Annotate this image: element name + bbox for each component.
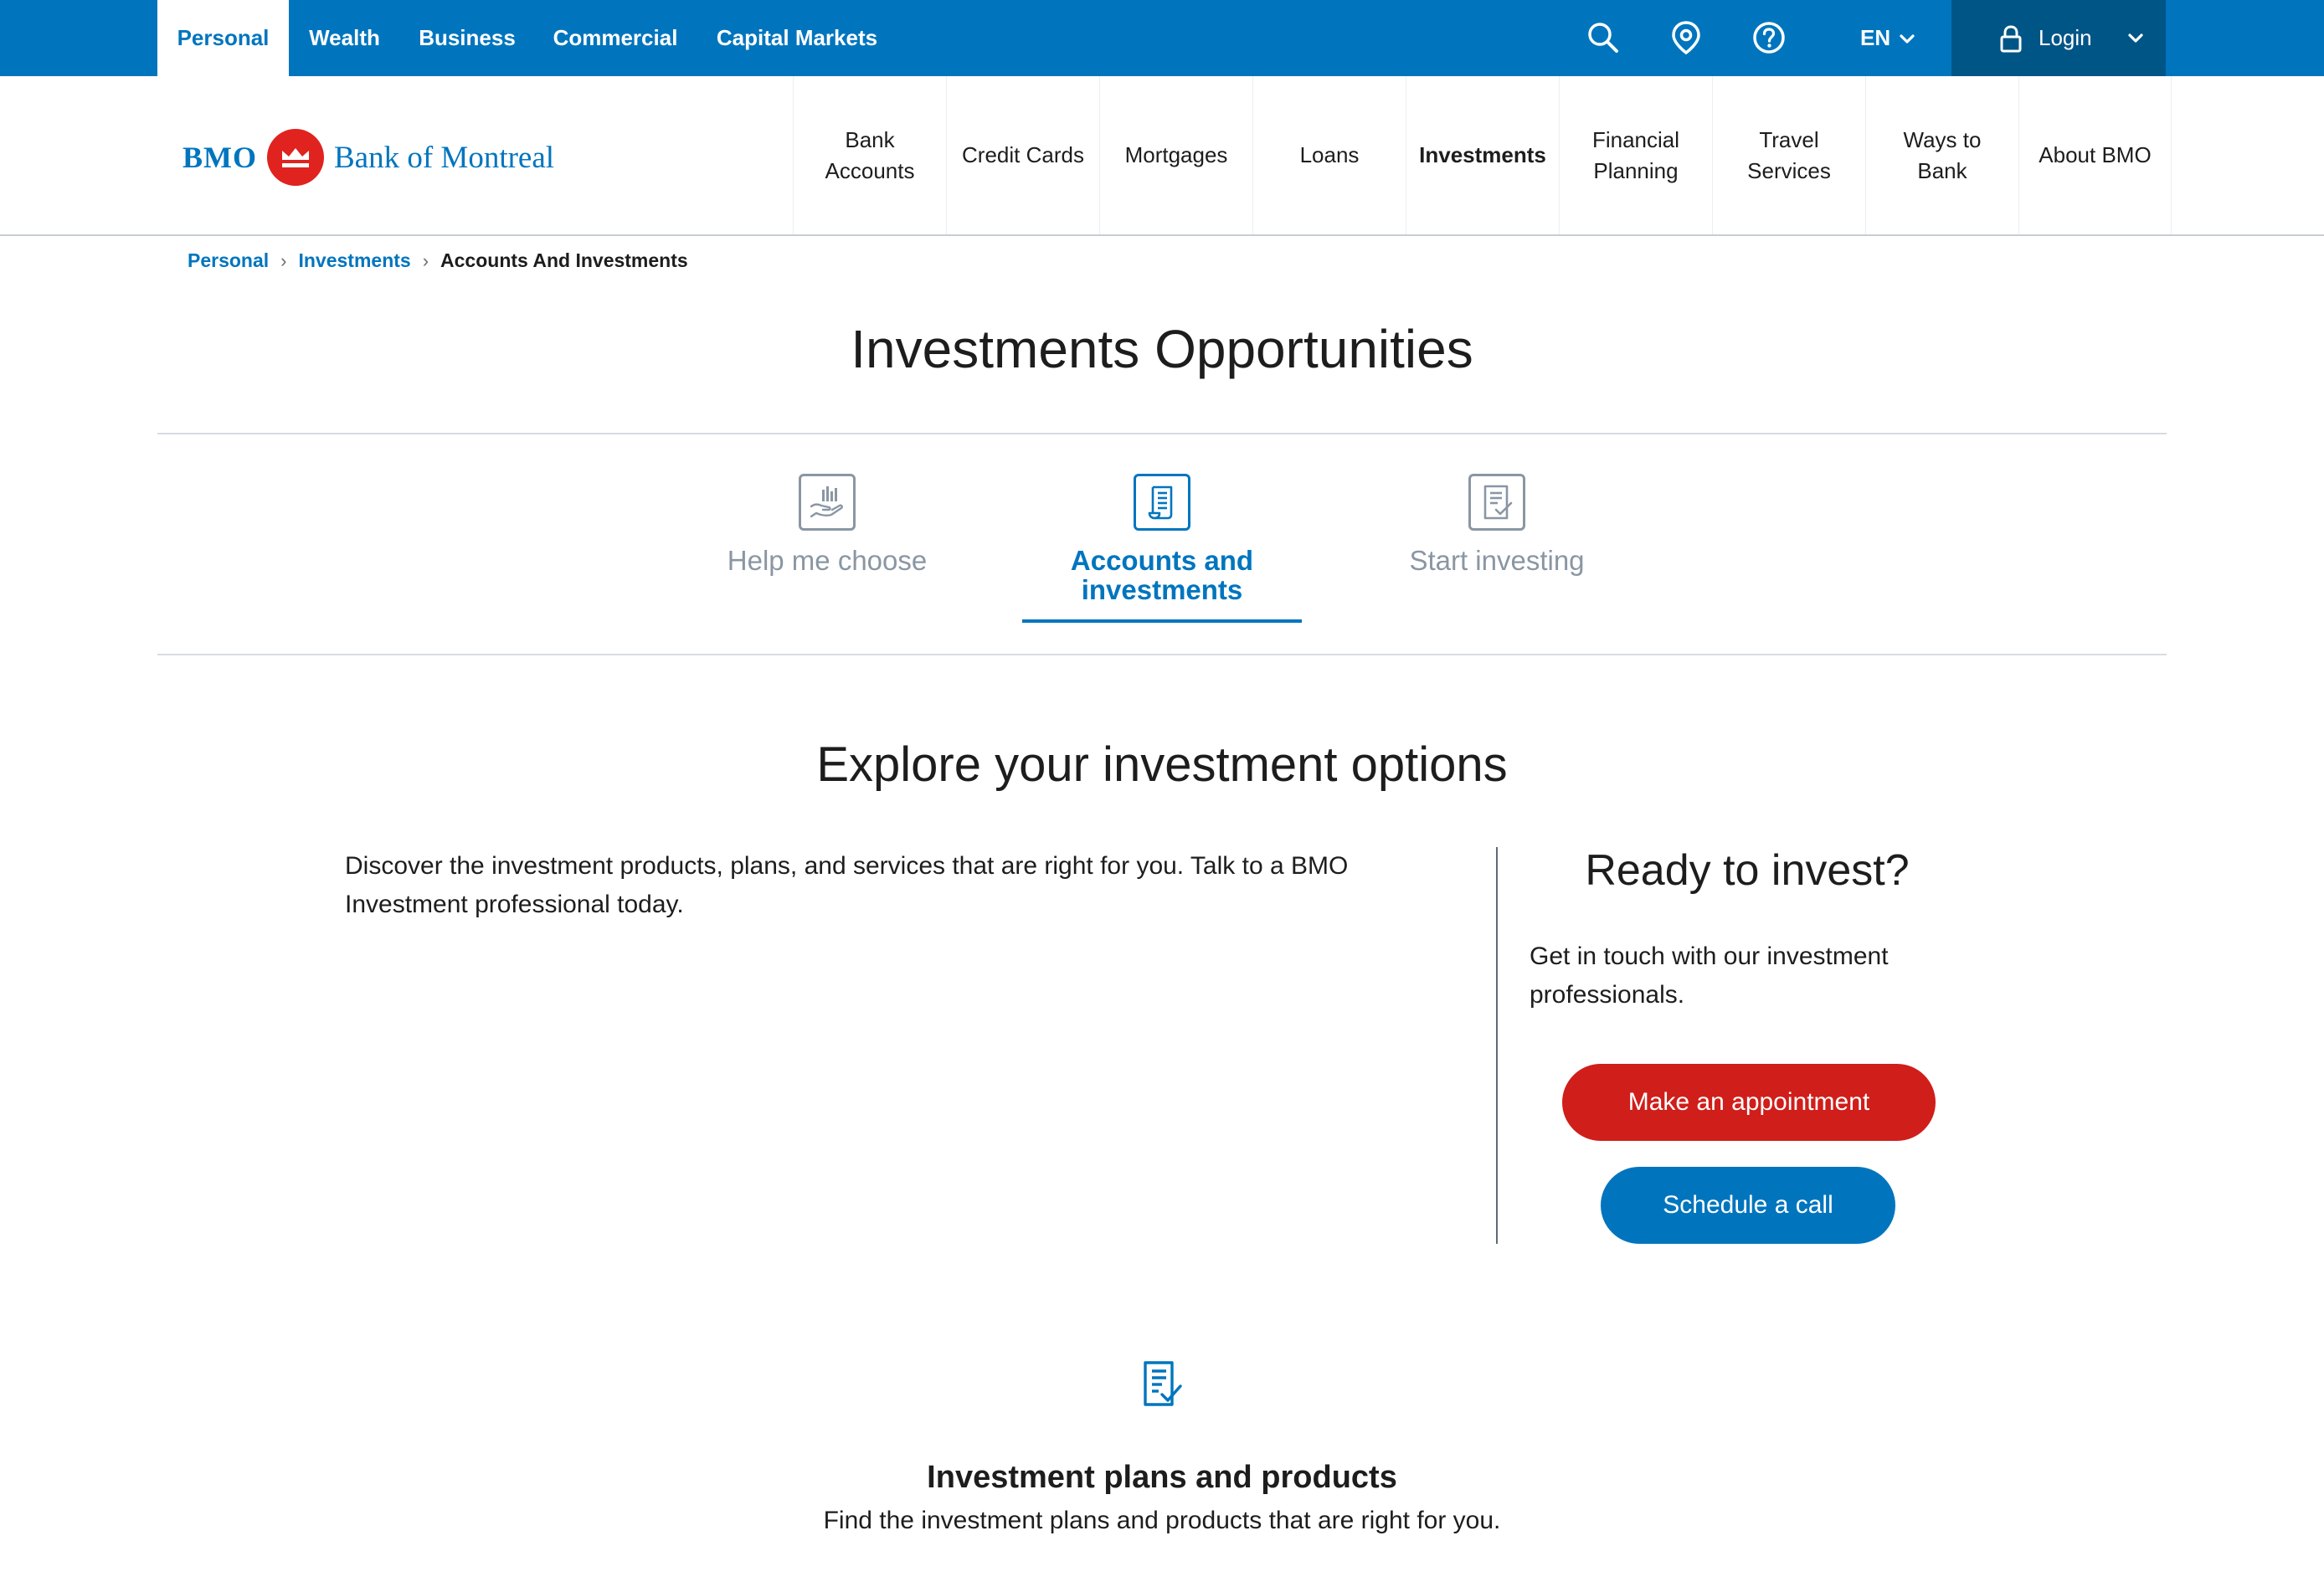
chevron-down-icon bbox=[1899, 25, 1915, 51]
segment-wealth[interactable]: Wealth bbox=[289, 0, 400, 76]
tab-accounts-and-investments[interactable]: Accounts and investments bbox=[1022, 474, 1302, 623]
tab-help-me-choose[interactable]: Help me choose bbox=[687, 474, 967, 575]
tab-label: Help me choose bbox=[727, 545, 928, 576]
nav-item-label-line: Bank bbox=[1917, 157, 1967, 183]
schedule-call-button[interactable]: Schedule a call bbox=[1601, 1167, 1895, 1244]
nav-item-label: Loans bbox=[1300, 140, 1360, 171]
nav-item-label-line: Services bbox=[1747, 157, 1831, 183]
bmo-logo[interactable]: BMO Bank of Montreal bbox=[183, 128, 554, 187]
active-tab-indicator bbox=[1022, 619, 1302, 623]
make-appointment-button[interactable]: Make an appointment bbox=[1562, 1064, 1936, 1141]
breadcrumb: Personal › Investments › Accounts And In… bbox=[188, 249, 688, 272]
nav-item-label-line: Loans bbox=[1299, 142, 1360, 167]
login-button[interactable]: Login bbox=[1951, 0, 2166, 76]
nav-item-label: Bank Accounts bbox=[825, 125, 915, 187]
segment-personal[interactable]: Personal bbox=[157, 0, 289, 76]
nav-item-label: Ways to Bank bbox=[1904, 125, 1982, 187]
plans-subtitle: Find the investment plans and products t… bbox=[823, 1507, 1501, 1534]
tab-start-investing[interactable]: Start investing bbox=[1357, 474, 1637, 575]
nav-item-ways-to-bank[interactable]: Ways to Bank bbox=[1865, 76, 2018, 234]
chevron-right-icon: › bbox=[422, 249, 429, 271]
logo-short-text: BMO bbox=[183, 141, 257, 174]
language-selector[interactable]: EN bbox=[1860, 0, 1936, 76]
divider bbox=[157, 654, 2167, 655]
chevron-right-icon: › bbox=[280, 249, 287, 271]
nav-item-investments[interactable]: Investments bbox=[1406, 76, 1559, 234]
nav-item-label: Investments bbox=[1419, 140, 1546, 171]
nav-item-travel-services[interactable]: Travel Services bbox=[1712, 76, 1865, 234]
nav-item-credit-cards[interactable]: Credit Cards bbox=[946, 76, 1099, 234]
lock-icon bbox=[1998, 24, 2023, 53]
nav-item-label-line: Accounts bbox=[825, 157, 915, 183]
document-check-icon bbox=[1468, 474, 1525, 531]
nav-item-label-line: Travel bbox=[1759, 126, 1819, 152]
nav-item-about-bmo[interactable]: About BMO bbox=[2018, 76, 2172, 234]
divider bbox=[157, 433, 2167, 434]
tab-label: Start investing bbox=[1409, 545, 1585, 576]
login-label: Login bbox=[2039, 25, 2092, 50]
main-navigation: BMO Bank of Montreal Bank Accounts Credit … bbox=[0, 76, 2324, 236]
segment-business[interactable]: Business bbox=[400, 0, 534, 76]
vertical-divider bbox=[1496, 847, 1498, 1244]
tab-label-line: Accounts and bbox=[1070, 545, 1254, 576]
ready-heading: Ready to invest? bbox=[1585, 846, 1910, 895]
ready-text: Get in touch with our investment profess… bbox=[1530, 942, 1889, 1009]
intro-text: Discover the investment products, plans,… bbox=[345, 852, 1349, 918]
ready-to-invest-panel: Ready to invest? Get in touch with our i… bbox=[1530, 845, 1965, 1014]
nav-item-label: Travel Services bbox=[1747, 125, 1831, 187]
help-icon[interactable] bbox=[1748, 17, 1790, 59]
segment-commercial[interactable]: Commercial bbox=[534, 0, 697, 76]
nav-items: Bank Accounts Credit Cards Mortgages Loans In… bbox=[793, 76, 2172, 234]
logo-full-text: Bank of Montreal bbox=[334, 140, 555, 175]
nav-item-label-line: Ways to bbox=[1903, 126, 1982, 152]
document-list-icon bbox=[1134, 474, 1190, 531]
nav-item-label-line: Investments bbox=[1419, 142, 1546, 167]
chevron-down-icon bbox=[2127, 33, 2144, 44]
nav-item-loans[interactable]: Loans bbox=[1252, 76, 1406, 234]
nav-item-label: Credit Cards bbox=[962, 140, 1084, 171]
nav-item-label-line: Credit Cards bbox=[962, 142, 1084, 167]
plans-title: Investment plans and products bbox=[927, 1460, 1397, 1495]
breadcrumb-investments[interactable]: Investments bbox=[298, 249, 410, 272]
nav-item-label: Financial Planning bbox=[1592, 125, 1679, 187]
nav-item-label: About BMO bbox=[2039, 140, 2151, 171]
hand-chart-icon bbox=[799, 474, 856, 531]
nav-item-label-line: Bank bbox=[845, 126, 895, 152]
nav-item-financial-planning[interactable]: Financial Planning bbox=[1559, 76, 1712, 234]
nav-item-label-line: About BMO bbox=[2039, 142, 2152, 167]
search-icon[interactable] bbox=[1582, 17, 1624, 59]
nav-item-bank-accounts[interactable]: Bank Accounts bbox=[793, 76, 946, 234]
location-pin-icon[interactable] bbox=[1665, 17, 1707, 59]
nav-item-label-line: Mortgages bbox=[1124, 142, 1228, 167]
language-label: EN bbox=[1860, 25, 1891, 50]
nav-item-label: Mortgages bbox=[1125, 140, 1228, 171]
nav-item-label-line: Financial bbox=[1591, 126, 1680, 152]
document-check-icon bbox=[1127, 1351, 1194, 1418]
page-title: Investments Opportunities bbox=[851, 319, 1473, 379]
bmo-roundel-icon bbox=[267, 129, 324, 186]
tab-label: Accounts and investments bbox=[1022, 546, 1302, 604]
section-heading: Explore your investment options bbox=[816, 737, 1508, 792]
segment-capital-markets[interactable]: Capital Markets bbox=[697, 0, 897, 76]
nav-item-label-line: Planning bbox=[1593, 157, 1679, 183]
top-bar: Personal Wealth Business Commercial Capi… bbox=[0, 0, 2324, 76]
tab-label-line: investments bbox=[1081, 574, 1243, 605]
breadcrumb-current: Accounts And Investments bbox=[440, 249, 688, 271]
breadcrumb-personal[interactable]: Personal bbox=[188, 249, 269, 272]
nav-item-mortgages[interactable]: Mortgages bbox=[1099, 76, 1252, 234]
